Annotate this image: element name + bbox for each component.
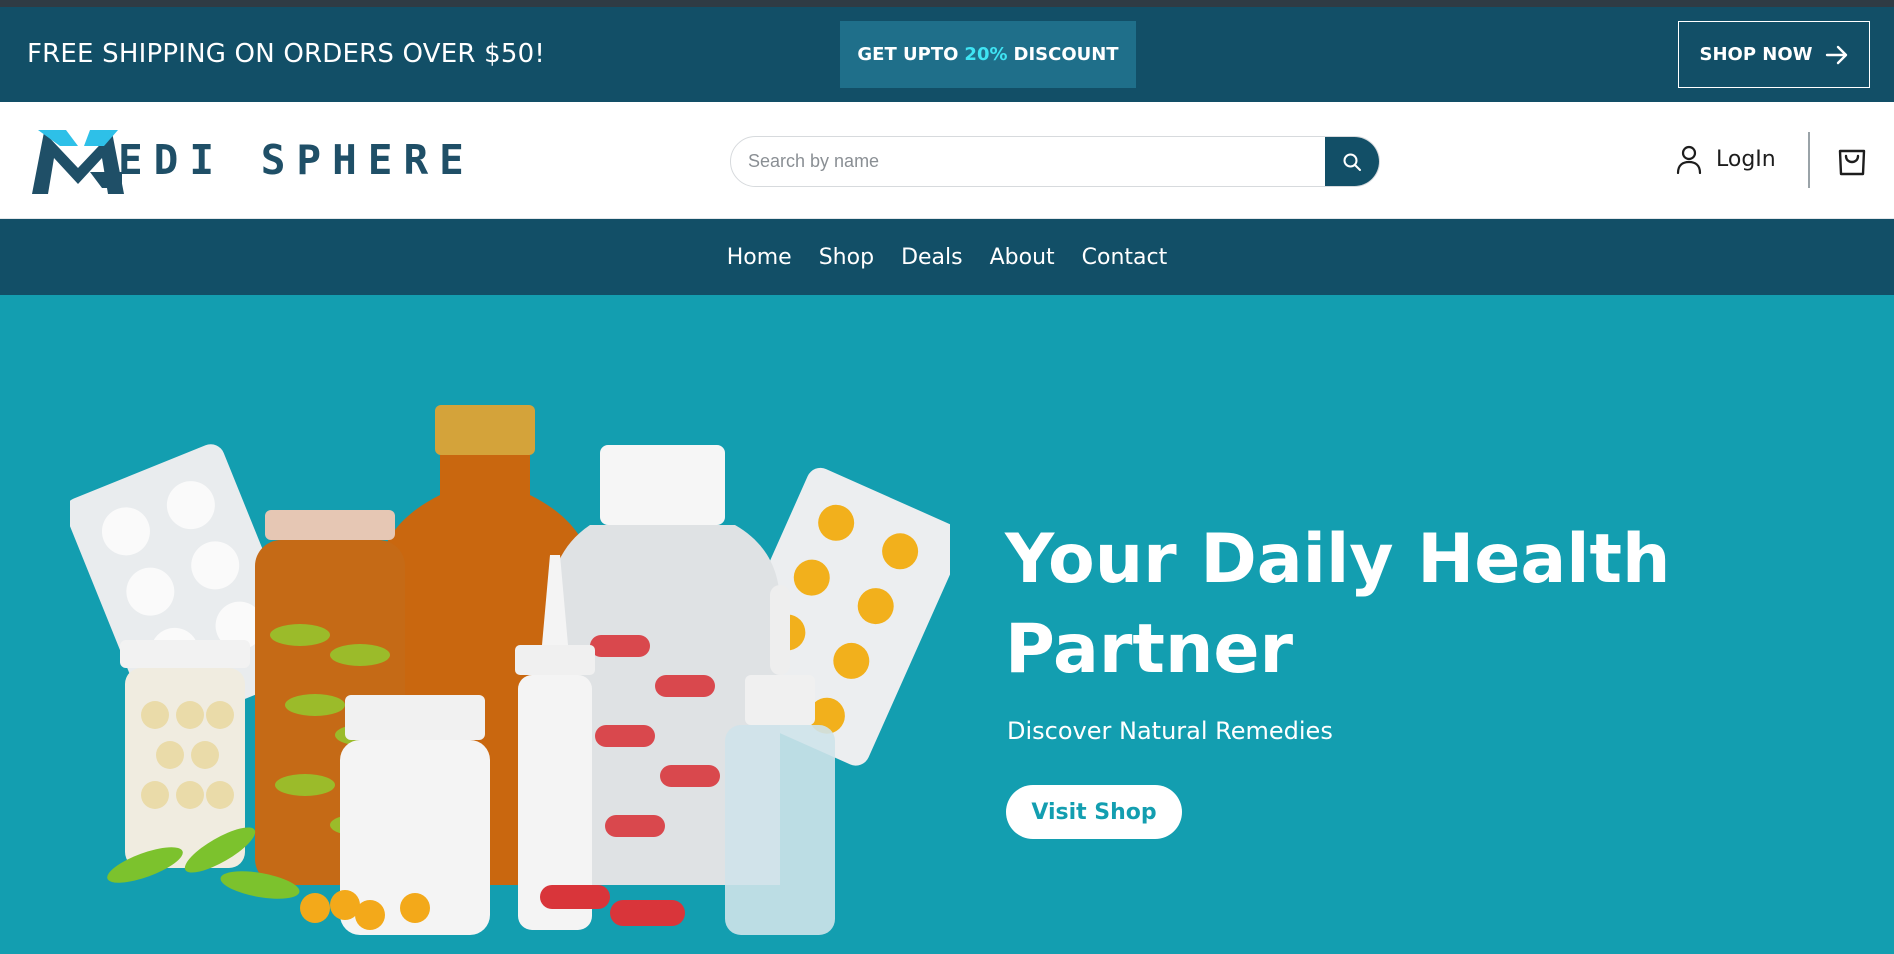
search-input[interactable] (731, 137, 1327, 186)
login-link[interactable]: LogIn (1676, 144, 1776, 174)
discount-value: 20% (964, 44, 1008, 65)
nav-item-about[interactable]: About (990, 245, 1055, 270)
site-header: EDI SPHERE LogIn (0, 102, 1894, 219)
nav-item-deals[interactable]: Deals (901, 245, 963, 270)
search-button[interactable] (1325, 137, 1379, 186)
hero-title: Your Daily Health Partner (1005, 520, 1671, 689)
logo-text: EDI SPHERE (118, 136, 475, 184)
shopping-bag-icon (1838, 149, 1866, 176)
free-shipping-text: FREE SHIPPING ON ORDERS OVER $50! (27, 39, 545, 69)
nav-item-contact[interactable]: Contact (1082, 245, 1168, 270)
medicine-products-illustration (70, 405, 950, 935)
promo-bar: FREE SHIPPING ON ORDERS OVER $50! GET UP… (0, 7, 1894, 102)
arrow-right-icon (1825, 45, 1847, 64)
nav-item-shop[interactable]: Shop (819, 245, 874, 270)
cart-button[interactable] (1836, 142, 1868, 180)
header-divider (1808, 132, 1810, 188)
nav-item-home[interactable]: Home (727, 245, 792, 270)
medisphere-logo-mark (32, 130, 124, 194)
discount-suffix: DISCOUNT (1013, 44, 1119, 65)
logo[interactable]: EDI SPHERE (30, 124, 475, 196)
hero-subtitle: Discover Natural Remedies (1007, 717, 1333, 745)
discount-banner[interactable]: GET UPTO 20% DISCOUNT (840, 21, 1136, 88)
shop-now-label: SHOP NOW (1699, 44, 1813, 65)
search-icon (1343, 153, 1361, 171)
window-top-edge (0, 0, 1894, 7)
user-icon (1676, 145, 1702, 174)
login-label: LogIn (1716, 146, 1776, 172)
search-box (730, 136, 1380, 187)
visit-shop-button[interactable]: Visit Shop (1006, 785, 1182, 839)
discount-prefix: GET UPTO (857, 44, 959, 65)
main-nav: Home Shop Deals About Contact (0, 219, 1894, 295)
shop-now-button[interactable]: SHOP NOW (1678, 21, 1870, 88)
hero-banner: Your Daily Health Partner Discover Natur… (0, 295, 1894, 954)
